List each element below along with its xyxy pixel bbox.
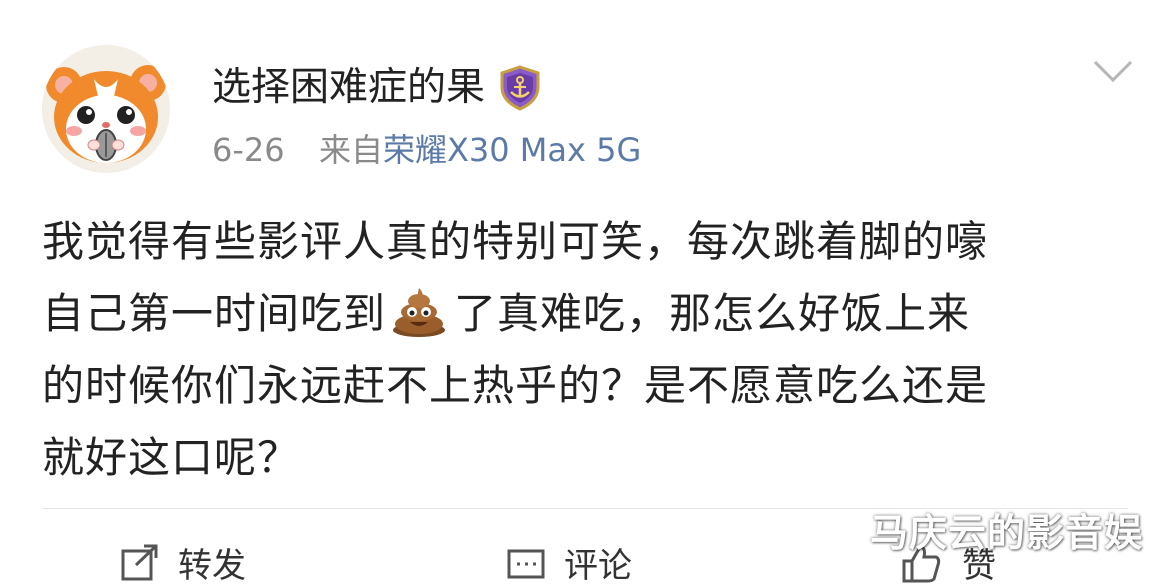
repost-button[interactable]: 转发 [120,538,246,587]
post-line-4: 就好这口呢？ [42,433,301,482]
username[interactable]: 选择困难症的果 [212,62,541,114]
avatar[interactable] [42,45,170,173]
post-line-2-start: 自己第一时间吃到 [42,289,387,338]
post-line-2-end: 了真难吃，那怎么好饭上来 [454,289,971,338]
post-line-2: 自己第一时间吃到 了真难吃，那怎么好饭上来 [42,278,1132,350]
post-line-1: 我觉得有些影评人真的特别可笑，每次跳着脚的嚎 [42,217,989,266]
post-content: 我觉得有些影评人真的特别可笑，每次跳着脚的嚎 自己第一时间吃到 了真难吃，那怎么… [42,206,1132,494]
comment-label: 评论 [564,546,632,586]
repost-label: 转发 [178,546,246,586]
from-label: 来自 [318,131,383,169]
username-text[interactable]: 选择困难症的果 [212,62,485,114]
pile-of-poo-icon [390,286,448,338]
comment-icon [507,549,545,578]
comment-button[interactable]: 评论 [506,538,632,587]
post-meta: 6-26 来自荣耀X30 Max 5G [212,128,641,172]
watermark: 马庆云的影音娱 [870,511,1144,555]
shield-anchor-badge-icon [499,65,541,111]
repost-icon [121,544,158,580]
post-line-3: 的时候你们永远赶不上热乎的？是不愿意吃么还是 [42,361,989,410]
post-date: 6-26 [212,131,285,169]
hamster-avatar-icon [42,45,170,173]
chevron-down-icon[interactable] [1092,58,1134,84]
device-source[interactable]: 荣耀X30 Max 5G [383,131,641,169]
